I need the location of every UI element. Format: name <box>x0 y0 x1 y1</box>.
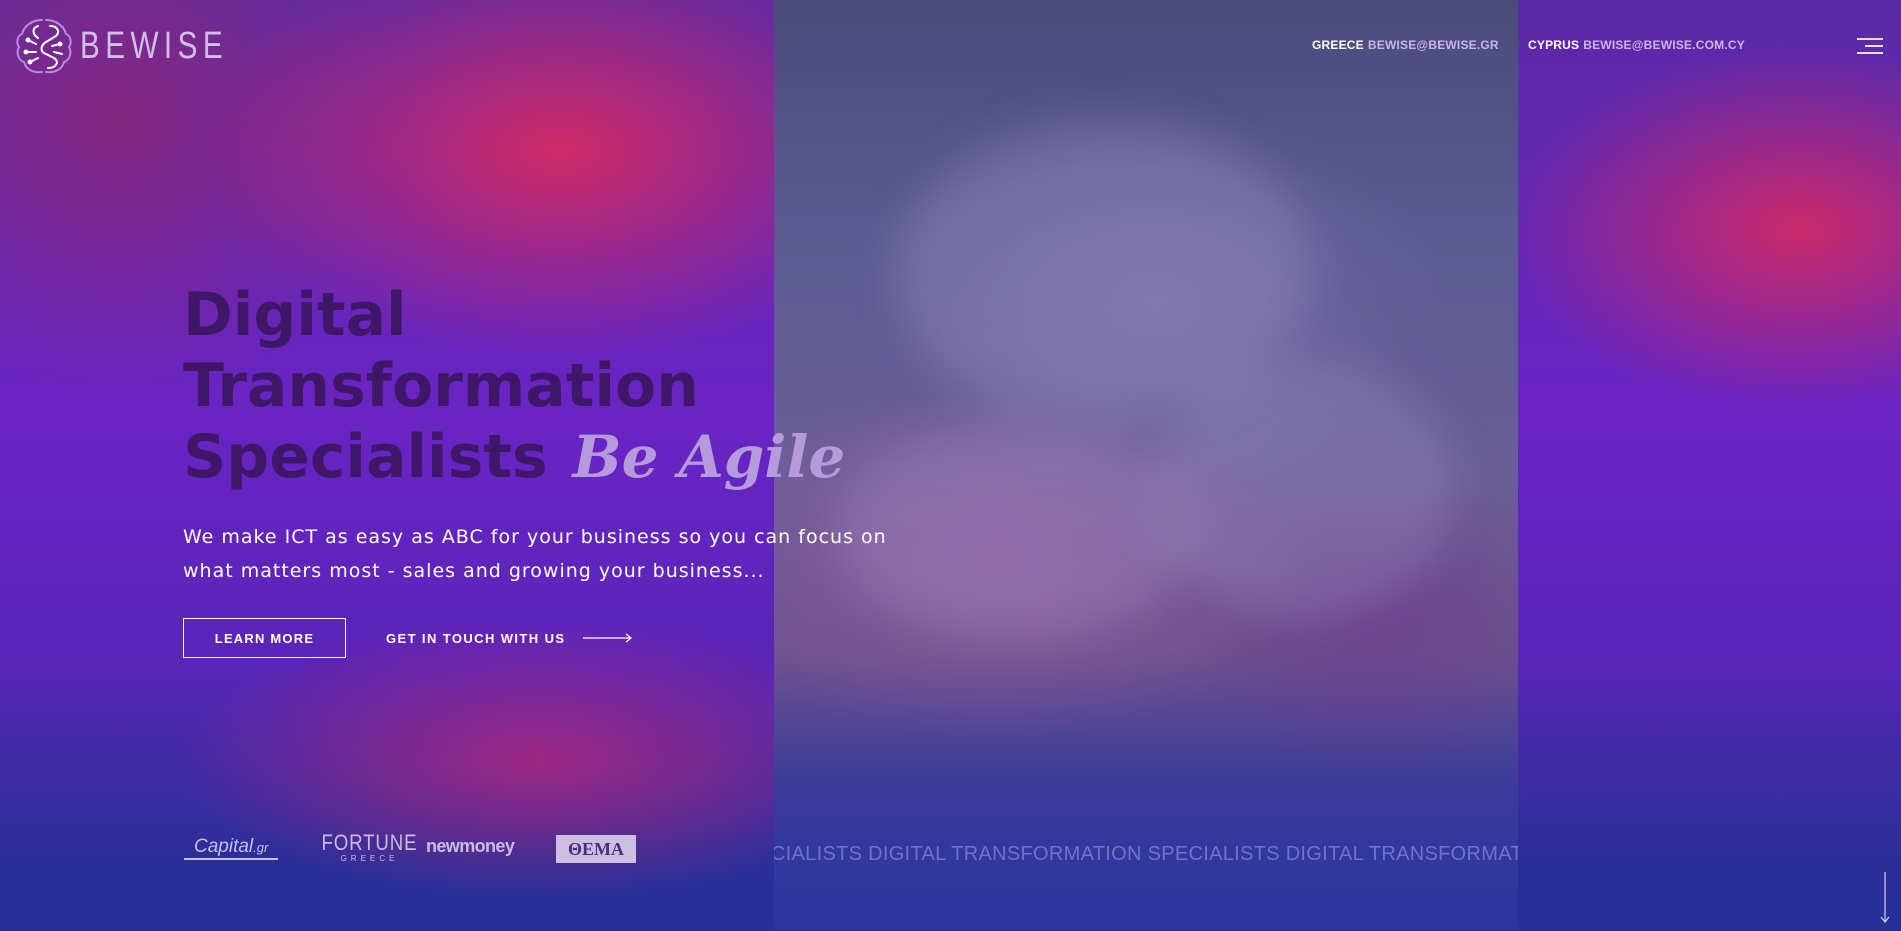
press-logo-thema[interactable]: ΘΕΜΑ <box>556 835 636 863</box>
email-link-cyprus[interactable]: BEWISE@BEWISE.COM.CY <box>1583 38 1745 52</box>
headline-line-2: Transformation <box>183 351 699 421</box>
brand-wordmark: BEWISE <box>80 24 229 67</box>
press-logo-capital[interactable]: Capital.gr <box>184 836 279 860</box>
email-link-greece[interactable]: BEWISE@BEWISE.GR <box>1368 38 1499 52</box>
brain-circuit-icon <box>16 19 72 74</box>
hamburger-menu-icon[interactable] <box>1857 36 1883 56</box>
arrow-right-icon <box>583 633 633 643</box>
learn-more-button[interactable]: LEARN MORE <box>183 618 346 658</box>
marquee-text: SPECIALISTS DIGITAL TRANSFORMATION SPECI… <box>774 843 1518 865</box>
headline-line-3: Specialists <box>183 422 548 492</box>
headline-line-1: Digital <box>183 280 407 350</box>
hero-photo-panel: SPECIALISTS DIGITAL TRANSFORMATION SPECI… <box>774 0 1518 931</box>
hero-subline: We make ICT as easy as ABC for your busi… <box>183 526 887 582</box>
get-in-touch-label: GET IN TOUCH WITH US <box>386 630 566 646</box>
contact-cyprus: CYPRUS BEWISE@BEWISE.COM.CY <box>1528 38 1745 52</box>
contact-greece: GREECE BEWISE@BEWISE.GR <box>1312 38 1499 52</box>
contact-country-greece: GREECE <box>1312 38 1364 52</box>
arrow-down-icon[interactable] <box>1880 872 1890 924</box>
contact-country-cyprus: CYPRUS <box>1528 38 1580 52</box>
headline-accent: Be Agile <box>572 423 846 491</box>
hero-headline: Digital Transformation Specialists Be Ag… <box>183 280 845 493</box>
brand-logo[interactable]: BEWISE <box>14 16 270 76</box>
press-logo-fortune[interactable]: FORTUNE GREECE <box>313 832 426 864</box>
press-logo-newmoney[interactable]: newmoney <box>426 836 515 857</box>
get-in-touch-link[interactable]: GET IN TOUCH WITH US <box>386 628 633 648</box>
